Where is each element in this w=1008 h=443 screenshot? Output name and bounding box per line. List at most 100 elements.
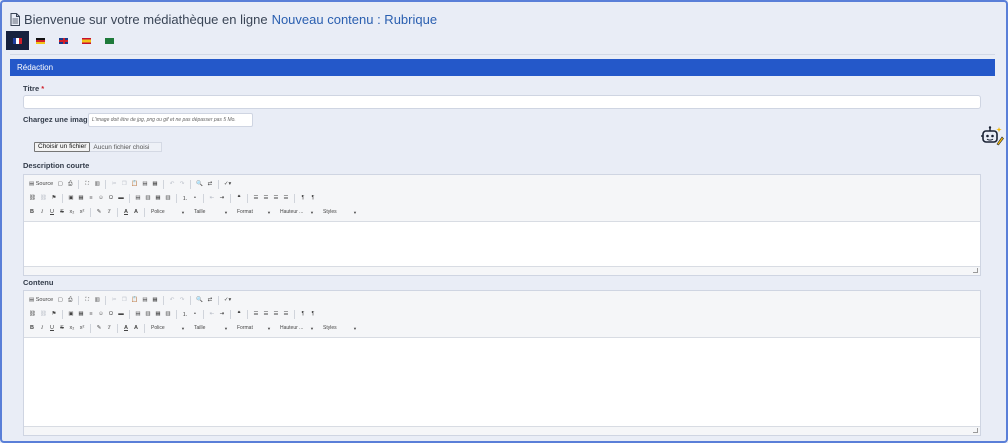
lang-es-button[interactable] <box>75 31 98 50</box>
table-icon[interactable]: ▦ <box>76 309 86 319</box>
numbered-list-icon[interactable]: ⒈ <box>180 193 190 203</box>
bullet-list-icon[interactable]: • <box>190 193 200 203</box>
maximize-icon[interactable]: ⛶ <box>82 295 92 305</box>
layout-icon[interactable]: ▥ <box>163 193 173 203</box>
robot-assistant-icon[interactable] <box>980 124 1004 146</box>
lang-fr-button[interactable] <box>6 31 29 50</box>
replace-icon[interactable]: ⇄ <box>205 295 215 305</box>
outdent-icon[interactable]: ⇤ <box>207 193 217 203</box>
copy-icon[interactable]: ❐ <box>119 179 129 189</box>
align-left-icon[interactable]: ☰ <box>251 309 261 319</box>
spellcheck-icon[interactable]: ✓▾ <box>222 295 233 305</box>
resize-handle[interactable] <box>973 428 978 433</box>
styles-select[interactable]: Styles ▼ <box>320 207 360 217</box>
numbered-list-icon[interactable]: ⒈ <box>180 309 190 319</box>
bg-color-button[interactable]: A <box>131 323 141 333</box>
find-icon[interactable]: 🔍 <box>194 179 205 189</box>
print-icon[interactable]: ⎙ <box>65 295 75 305</box>
blocks-icon[interactable]: ▥ <box>92 179 102 189</box>
justify-icon[interactable]: ☰ <box>281 193 291 203</box>
smiley-icon[interactable]: ☺ <box>96 309 106 319</box>
blockquote-icon[interactable]: ❝ <box>234 309 244 319</box>
columns-icon[interactable]: ▥ <box>143 309 153 319</box>
copy-icon[interactable]: ❐ <box>119 295 129 305</box>
bold-button[interactable]: B <box>27 323 37 333</box>
smiley-icon[interactable]: ☺ <box>96 193 106 203</box>
underline-button[interactable]: U <box>47 207 57 217</box>
format-select[interactable]: Format ▼ <box>234 323 274 333</box>
align-right-icon[interactable]: ☰ <box>271 309 281 319</box>
remove-format-icon[interactable]: T <box>104 207 114 217</box>
ltr-icon[interactable]: ¶ <box>298 309 308 319</box>
strike-button[interactable]: S <box>57 207 67 217</box>
font-select[interactable]: Police ▼ <box>148 323 188 333</box>
justify-icon[interactable]: ☰ <box>281 309 291 319</box>
subscript-button[interactable]: x₂ <box>67 207 77 217</box>
image-icon[interactable]: ▣ <box>66 309 76 319</box>
source-button[interactable]: ▤ Source <box>27 295 55 305</box>
resize-handle[interactable] <box>973 268 978 273</box>
ltr-icon[interactable]: ¶ <box>298 193 308 203</box>
superscript-button[interactable]: x² <box>77 207 87 217</box>
spellcheck-icon[interactable]: ✓▾ <box>222 179 233 189</box>
image-icon[interactable]: ▣ <box>66 193 76 203</box>
anchor-icon[interactable]: ⚑ <box>49 309 59 319</box>
columns-icon[interactable]: ▥ <box>143 193 153 203</box>
format-painter-icon[interactable]: ✎ <box>94 323 104 333</box>
paste-icon[interactable]: 📋 <box>129 179 140 189</box>
bg-color-button[interactable]: A <box>131 207 141 217</box>
indent-icon[interactable]: ⇥ <box>217 193 227 203</box>
outdent-icon[interactable]: ⇤ <box>207 309 217 319</box>
anchor-icon[interactable]: ⚑ <box>49 193 59 203</box>
save-icon[interactable]: ▢ <box>55 179 65 189</box>
template-icon[interactable]: ▤ <box>133 193 143 203</box>
strike-button[interactable]: S <box>57 323 67 333</box>
align-center-icon[interactable]: ☰ <box>261 309 271 319</box>
bold-button[interactable]: B <box>27 207 37 217</box>
underline-button[interactable]: U <box>47 323 57 333</box>
layout-icon[interactable]: ▥ <box>163 309 173 319</box>
print-icon[interactable]: ⎙ <box>65 179 75 189</box>
bullet-list-icon[interactable]: • <box>190 309 200 319</box>
size-select[interactable]: Taille ▼ <box>191 207 231 217</box>
lang-sa-button[interactable] <box>98 31 121 50</box>
paste-word-icon[interactable]: ▦ <box>150 179 160 189</box>
grid-icon[interactable]: ▦ <box>153 193 163 203</box>
template-icon[interactable]: ▤ <box>133 309 143 319</box>
height-select[interactable]: Hauteur ... ▼ <box>277 323 317 333</box>
undo-icon[interactable]: ↶ <box>167 295 177 305</box>
paste-text-icon[interactable]: ▤ <box>140 179 150 189</box>
align-center-icon[interactable]: ☰ <box>261 193 271 203</box>
content-edit-area[interactable] <box>24 338 980 426</box>
indent-icon[interactable]: ⇥ <box>217 309 227 319</box>
cut-icon[interactable]: ✂ <box>109 295 119 305</box>
remove-format-icon[interactable]: T <box>104 323 114 333</box>
grid-icon[interactable]: ▦ <box>153 309 163 319</box>
blockquote-icon[interactable]: ❝ <box>234 193 244 203</box>
horizontal-rule-icon[interactable]: ≡ <box>86 309 96 319</box>
link-icon[interactable]: ⛓ <box>27 309 38 319</box>
lang-gb-button[interactable] <box>52 31 75 50</box>
page-break-icon[interactable]: ▬ <box>116 309 126 319</box>
section-header[interactable]: Rédaction <box>10 59 995 76</box>
save-icon[interactable]: ▢ <box>55 295 65 305</box>
height-select[interactable]: Hauteur ... ▼ <box>277 207 317 217</box>
align-left-icon[interactable]: ☰ <box>251 193 261 203</box>
choose-file-button[interactable]: Choisir un fichier <box>34 142 91 152</box>
redo-icon[interactable]: ↷ <box>177 179 187 189</box>
title-input[interactable] <box>23 95 981 109</box>
paste-text-icon[interactable]: ▤ <box>140 295 150 305</box>
short-desc-edit-area[interactable] <box>24 222 980 266</box>
subscript-button[interactable]: x₂ <box>67 323 77 333</box>
lang-de-button[interactable] <box>29 31 52 50</box>
special-char-icon[interactable]: Ω <box>106 309 116 319</box>
styles-select[interactable]: Styles ▼ <box>320 323 360 333</box>
cut-icon[interactable]: ✂ <box>109 179 119 189</box>
superscript-button[interactable]: x² <box>77 323 87 333</box>
paste-icon[interactable]: 📋 <box>129 295 140 305</box>
unlink-icon[interactable]: ⛓ <box>38 309 49 319</box>
page-break-icon[interactable]: ▬ <box>116 193 126 203</box>
align-right-icon[interactable]: ☰ <box>271 193 281 203</box>
rtl-icon[interactable]: ¶ <box>308 193 318 203</box>
size-select[interactable]: Taille ▼ <box>191 323 231 333</box>
